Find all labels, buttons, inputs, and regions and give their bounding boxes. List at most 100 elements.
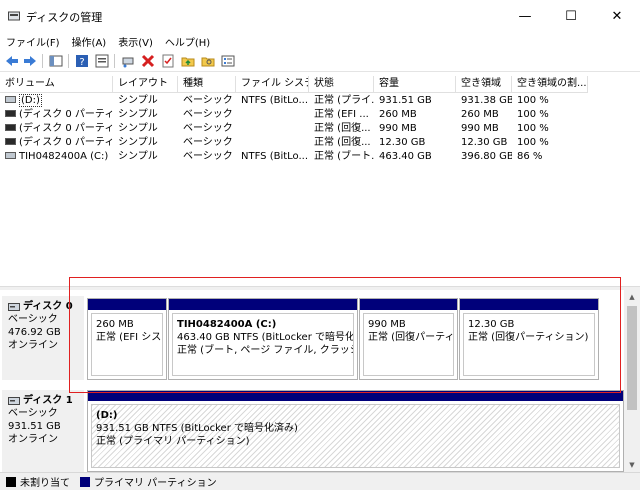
partition-body: 260 MB 正常 (EFI システム — [91, 313, 163, 376]
column-header-type[interactable]: 種類 — [178, 76, 236, 93]
connect-icon — [122, 57, 134, 68]
free-space-cell: 931.38 GB — [461, 95, 512, 106]
back-arrow-icon — [6, 56, 18, 66]
check-icon — [162, 54, 174, 68]
status-cell: 正常 (ブート... — [314, 151, 374, 162]
folder-search-button[interactable] — [200, 53, 216, 69]
column-header-free-percent[interactable]: 空き領域の割... — [512, 76, 588, 93]
partition-d[interactable]: (D:) 931.51 GB NTFS (BitLocker で暗号化済み) 正… — [87, 390, 624, 472]
scroll-down-icon[interactable]: ▼ — [624, 458, 640, 472]
partition-status: 正常 (プライマリ パーティション) — [96, 436, 250, 447]
legend-unallocated: 未割り当て — [6, 474, 70, 489]
partition-bar — [460, 299, 598, 310]
column-header-layout[interactable]: レイアウト — [113, 76, 178, 93]
forward-button[interactable] — [22, 53, 38, 69]
free-percent-cell: 100 % — [517, 95, 549, 106]
capacity-cell: 12.30 GB — [379, 137, 426, 148]
volume-name-cell: (ディスク 0 パーティシ... — [0, 122, 113, 136]
disk-icon — [8, 302, 20, 311]
free-space-cell: 260 MB — [461, 109, 499, 120]
vertical-scrollbar[interactable]: ▲ ▼ — [624, 290, 640, 472]
status-cell: 正常 (EFI ... — [314, 109, 369, 120]
table-row[interactable]: (ディスク 0 パーティシ... シンプル ベーシック 正常 (回復... 99… — [0, 122, 640, 136]
volume-name: (ディスク 0 パーティシ... — [19, 123, 113, 134]
toolbar: ? — [0, 50, 640, 72]
folder-up-icon — [181, 57, 195, 67]
help-icon: ? — [76, 55, 88, 68]
volume-name-cell: TIH0482400A (C:) — [0, 150, 113, 164]
partition-bar — [88, 299, 166, 310]
minimize-icon: — — [518, 8, 532, 24]
disk-0-size: 476.92 GB — [8, 327, 61, 338]
partition-recovery-1[interactable]: 990 MB 正常 (回復パーティショ — [359, 298, 458, 380]
type-cell: ベーシック — [183, 151, 233, 162]
delete-icon — [141, 54, 155, 68]
forward-arrow-icon — [24, 56, 36, 66]
legend-primary-partition: プライマリ パーティション — [80, 474, 217, 489]
menu-action[interactable]: 操作(A) — [72, 34, 107, 49]
close-icon: ✕ — [611, 8, 623, 24]
filesystem-cell — [236, 136, 309, 150]
column-header-free-space[interactable]: 空き領域 — [456, 76, 512, 93]
check-button[interactable] — [160, 53, 176, 69]
status-cell: 正常 (プライ... — [314, 95, 374, 106]
table-row[interactable]: TIH0482400A (C:) シンプル ベーシック NTFS (BitLo.… — [0, 150, 640, 164]
back-button[interactable] — [4, 53, 20, 69]
partition-bar — [169, 299, 357, 310]
toolbar-separator — [114, 54, 115, 68]
disk-0-name: ディスク 0 — [23, 301, 73, 312]
scroll-up-icon[interactable]: ▲ — [624, 290, 640, 304]
free-percent-cell: 100 % — [517, 137, 549, 148]
disk-1-size: 931.51 GB — [8, 421, 61, 432]
disk-0-label[interactable]: ディスク 0 ベーシック 476.92 GB オンライン — [2, 296, 84, 380]
column-header-volume[interactable]: ボリューム — [0, 76, 113, 93]
menu-view[interactable]: 表示(V) — [118, 34, 153, 49]
list-view-button[interactable] — [220, 53, 236, 69]
toolbar-separator — [42, 54, 43, 68]
disk-0-header: ディスク 0 — [8, 300, 84, 313]
menu-help[interactable]: ヘルプ(H) — [165, 34, 210, 49]
title-bar: ディスクの管理 — ☐ ✕ — [0, 0, 640, 32]
partition-size: 12.30 GB — [468, 319, 515, 330]
type-cell: ベーシック — [183, 95, 233, 106]
table-row[interactable]: (D:) シンプル ベーシック NTFS (BitLo... 正常 (プライ..… — [0, 94, 640, 108]
free-space-cell: 990 MB — [461, 123, 499, 134]
capacity-cell: 463.40 GB — [379, 151, 432, 162]
minimize-button[interactable]: — — [502, 0, 548, 32]
filesystem-cell — [236, 122, 309, 136]
partition-efi[interactable]: 260 MB 正常 (EFI システム — [87, 298, 167, 380]
volume-name-cell: (ディスク 0 パーティシ... — [0, 108, 113, 122]
folder-up-button[interactable] — [180, 53, 196, 69]
scroll-thumb[interactable] — [627, 306, 637, 410]
partition-size: 990 MB — [368, 319, 406, 330]
help-button[interactable]: ? — [74, 53, 90, 69]
partition-c[interactable]: TIH0482400A (C:) 463.40 GB NTFS (BitLock… — [168, 298, 358, 380]
disk-0-type: ベーシック — [8, 314, 58, 325]
window-title: ディスクの管理 — [26, 11, 103, 24]
disk-1-label[interactable]: ディスク 1 ベーシック 931.51 GB オンライン — [2, 390, 84, 472]
disk-1-name: ディスク 1 — [23, 395, 73, 406]
column-header-status[interactable]: 状態 — [309, 76, 374, 93]
layout-cell: シンプル — [118, 109, 158, 120]
partition-body: TIH0482400A (C:) 463.40 GB NTFS (BitLock… — [172, 313, 354, 376]
properties-button[interactable] — [94, 53, 110, 69]
disk-1-type: ベーシック — [8, 408, 58, 419]
partition-recovery-2[interactable]: 12.30 GB 正常 (回復パーティション) — [459, 298, 599, 380]
capacity-cell: 931.51 GB — [379, 95, 432, 106]
legend-label: 未割り当て — [20, 478, 70, 489]
menu-file[interactable]: ファイル(F) — [6, 34, 60, 49]
type-cell: ベーシック — [183, 109, 233, 120]
column-header-filesystem[interactable]: ファイル システム — [236, 76, 309, 93]
delete-button[interactable] — [140, 53, 156, 69]
column-header-capacity[interactable]: 容量 — [374, 76, 456, 93]
free-percent-cell: 100 % — [517, 109, 549, 120]
console-tree-button[interactable] — [48, 53, 64, 69]
volume-icon — [5, 151, 16, 159]
connect-button[interactable] — [120, 53, 136, 69]
close-button[interactable]: ✕ — [594, 0, 640, 32]
free-space-cell: 12.30 GB — [461, 137, 508, 148]
maximize-button[interactable]: ☐ — [548, 0, 594, 32]
layout-cell: シンプル — [118, 95, 158, 106]
table-row[interactable]: (ディスク 0 パーティシ... シンプル ベーシック 正常 (回復... 12… — [0, 136, 640, 150]
table-row[interactable]: (ディスク 0 パーティシ... シンプル ベーシック 正常 (EFI ... … — [0, 108, 640, 122]
